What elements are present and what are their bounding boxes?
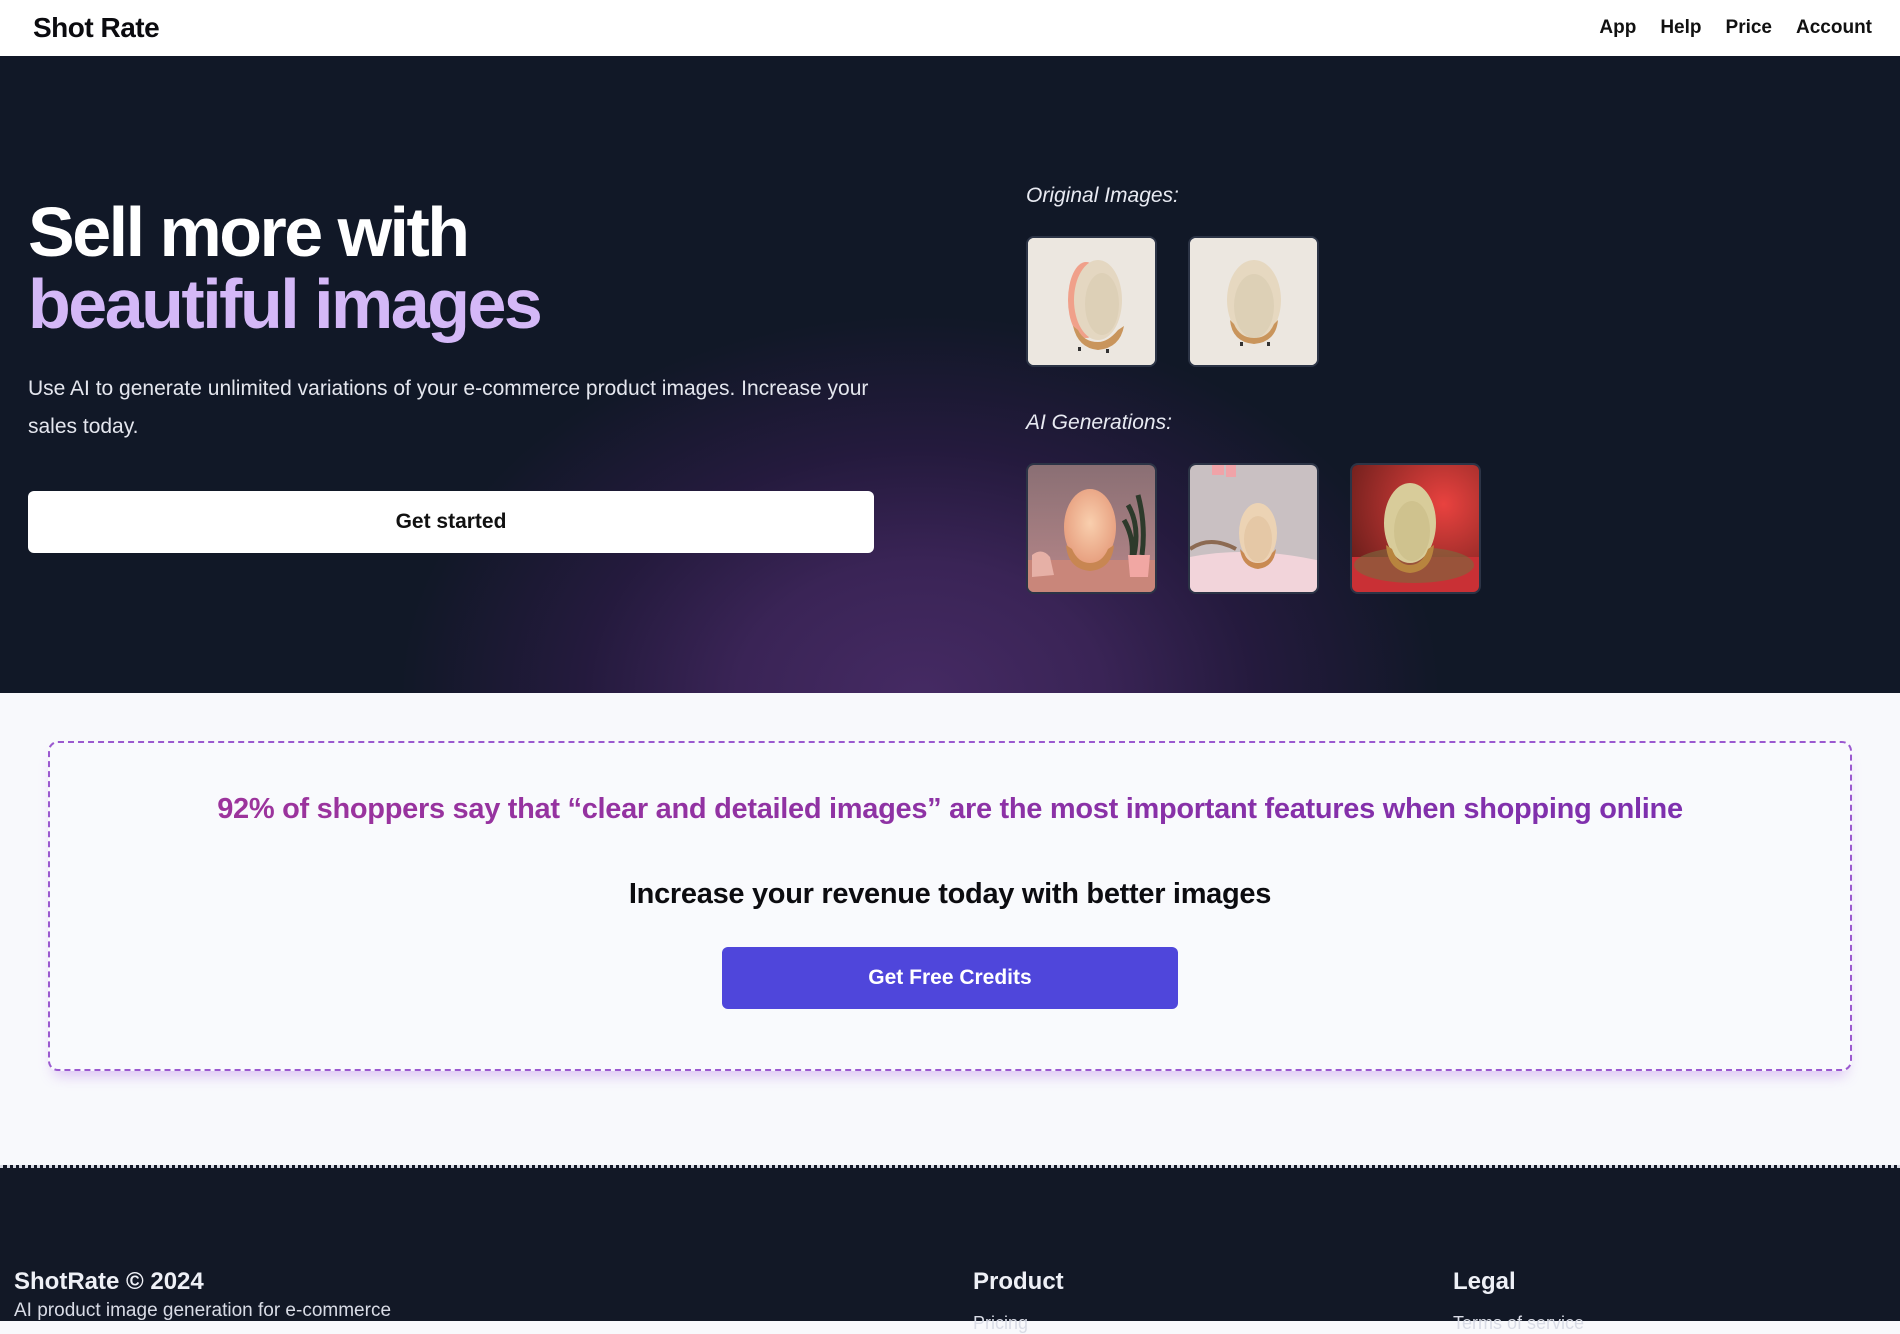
cta-section: 92% of shoppers say that “clear and deta…: [0, 693, 1900, 1166]
hero-section: Sell more with beautiful images Use AI t…: [0, 56, 1900, 693]
footer-link-pricing[interactable]: Pricing: [973, 1313, 1028, 1334]
footer-tagline: AI product image generation for e-commer…: [14, 1300, 392, 1321]
footer-col-legal-title: Legal: [1453, 1268, 1516, 1295]
ai-image-bedroom[interactable]: [1188, 463, 1319, 594]
lamp-side-icon: [1028, 238, 1155, 365]
nav-link-price[interactable]: Price: [1726, 17, 1772, 39]
original-image-side-view[interactable]: [1026, 236, 1157, 367]
hero-subtitle: Use AI to generate unlimited variations …: [28, 377, 869, 438]
hero-title-accent: beautiful images: [28, 265, 543, 343]
footer-brand: ShotRate © 2024: [14, 1268, 204, 1295]
shopper-stat: 92% of shoppers say that “clear and deta…: [50, 793, 1850, 826]
footer-col-product-title: Product: [973, 1268, 1064, 1295]
footer: ShotRate © 2024 AI product image generat…: [0, 1165, 1900, 1333]
lamp-red-studio-scene-icon: [1352, 465, 1479, 592]
hero-title-line1: Sell more with: [28, 193, 470, 271]
ai-image-desk-plant[interactable]: [1026, 463, 1157, 594]
nav-link-help[interactable]: Help: [1660, 17, 1701, 39]
footer-link-terms[interactable]: Terms of service: [1453, 1313, 1584, 1334]
nav-link-account[interactable]: Account: [1796, 17, 1872, 39]
get-free-credits-button[interactable]: Get Free Credits: [722, 947, 1178, 1009]
ai-images-row: [1026, 463, 1481, 594]
ai-image-red-studio[interactable]: [1350, 463, 1481, 594]
original-images-label: Original Images:: [1026, 184, 1179, 207]
cta-headline: Increase your revenue today with better …: [628, 878, 1272, 910]
nav-link-app[interactable]: App: [1599, 17, 1636, 39]
cta-card: 92% of shoppers say that “clear and deta…: [48, 741, 1852, 1071]
top-nav: Shot Rate App Help Price Account: [0, 0, 1900, 56]
ai-generations-label: AI Generations:: [1026, 411, 1172, 434]
get-started-button[interactable]: Get started: [28, 491, 874, 553]
image-gallery: Original Images: AI Generations:: [1026, 184, 1481, 594]
original-images-row: [1026, 236, 1481, 367]
hero-copy: Sell more with beautiful images Use AI t…: [28, 196, 878, 553]
original-image-front-view[interactable]: [1188, 236, 1319, 367]
lamp-desk-scene-icon: [1028, 465, 1155, 592]
lamp-bedroom-scene-icon: [1190, 465, 1317, 592]
nav-links: App Help Price Account: [1599, 17, 1872, 39]
lamp-front-icon: [1190, 238, 1317, 365]
hero-title: Sell more with beautiful images: [28, 196, 878, 340]
brand-logo[interactable]: Shot Rate: [33, 12, 160, 44]
